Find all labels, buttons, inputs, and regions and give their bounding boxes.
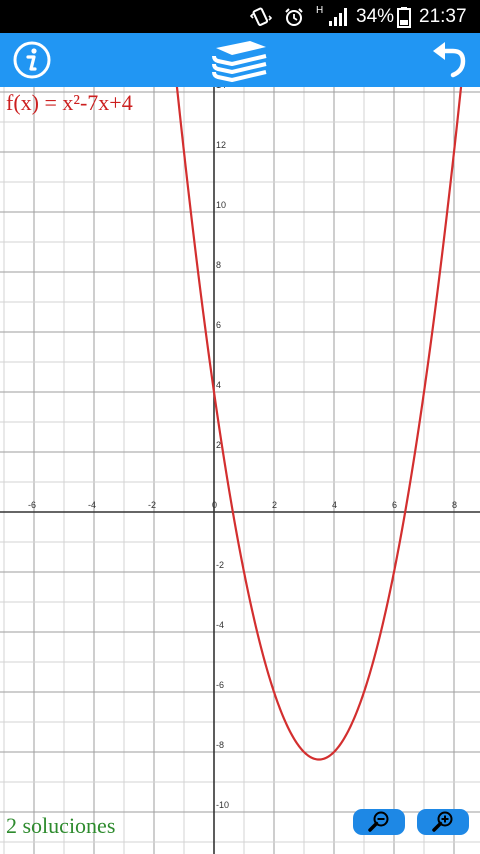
clock: 21:37 bbox=[419, 5, 467, 27]
back-button[interactable] bbox=[416, 33, 480, 87]
y-tick-label: 12 bbox=[216, 140, 226, 150]
y-tick-label: 8 bbox=[216, 260, 221, 270]
battery-percent: 34% bbox=[356, 5, 395, 27]
app-toolbar bbox=[0, 33, 480, 87]
zoom-in-icon bbox=[432, 811, 453, 832]
y-tick-label: 10 bbox=[216, 200, 226, 210]
network-type: H bbox=[316, 5, 324, 16]
y-tick-label: -2 bbox=[216, 560, 224, 570]
y-tick-label: -8 bbox=[216, 740, 224, 750]
info-icon bbox=[13, 41, 51, 79]
vibrate-icon bbox=[250, 0, 272, 33]
y-tick-label: 6 bbox=[216, 320, 221, 330]
x-tick-label: 4 bbox=[332, 500, 337, 510]
alarm-icon bbox=[283, 0, 305, 33]
y-tick-label: -4 bbox=[216, 620, 224, 630]
function-label: f(x) = x²-7x+4 bbox=[6, 90, 133, 115]
graph-area[interactable]: -6-4-202468-10-8-6-4-22468101214 bbox=[0, 87, 480, 854]
grid bbox=[0, 87, 480, 854]
x-tick-label: -6 bbox=[28, 500, 36, 510]
x-tick-label: 8 bbox=[452, 500, 457, 510]
tick-labels: -6-4-202468-10-8-6-4-22468101214 bbox=[28, 87, 457, 810]
back-icon bbox=[433, 42, 466, 78]
zoom-in-button[interactable] bbox=[417, 809, 469, 835]
info-button[interactable] bbox=[0, 33, 64, 87]
x-tick-label: -4 bbox=[88, 500, 96, 510]
library-icon bbox=[212, 41, 267, 82]
y-tick-label: 4 bbox=[216, 380, 221, 390]
x-tick-label: 2 bbox=[272, 500, 277, 510]
function-curve bbox=[175, 87, 463, 761]
battery-icon bbox=[397, 0, 411, 33]
axes bbox=[0, 87, 480, 854]
x-tick-label: 6 bbox=[392, 500, 397, 510]
solutions-label: 2 soluciones bbox=[6, 813, 116, 838]
zoom-out-button[interactable] bbox=[353, 809, 405, 835]
zoom-out-icon bbox=[368, 811, 389, 832]
library-button[interactable] bbox=[208, 33, 272, 87]
status-bar: H 34% 21:37 bbox=[0, 0, 480, 33]
function-graph[interactable]: -6-4-202468-10-8-6-4-22468101214 bbox=[0, 87, 480, 854]
signal-icon bbox=[328, 0, 350, 33]
y-tick-label: 14 bbox=[216, 87, 226, 90]
y-tick-label: -6 bbox=[216, 680, 224, 690]
x-tick-label: 0 bbox=[212, 500, 217, 510]
y-tick-label: -10 bbox=[216, 800, 229, 810]
x-tick-label: -2 bbox=[148, 500, 156, 510]
